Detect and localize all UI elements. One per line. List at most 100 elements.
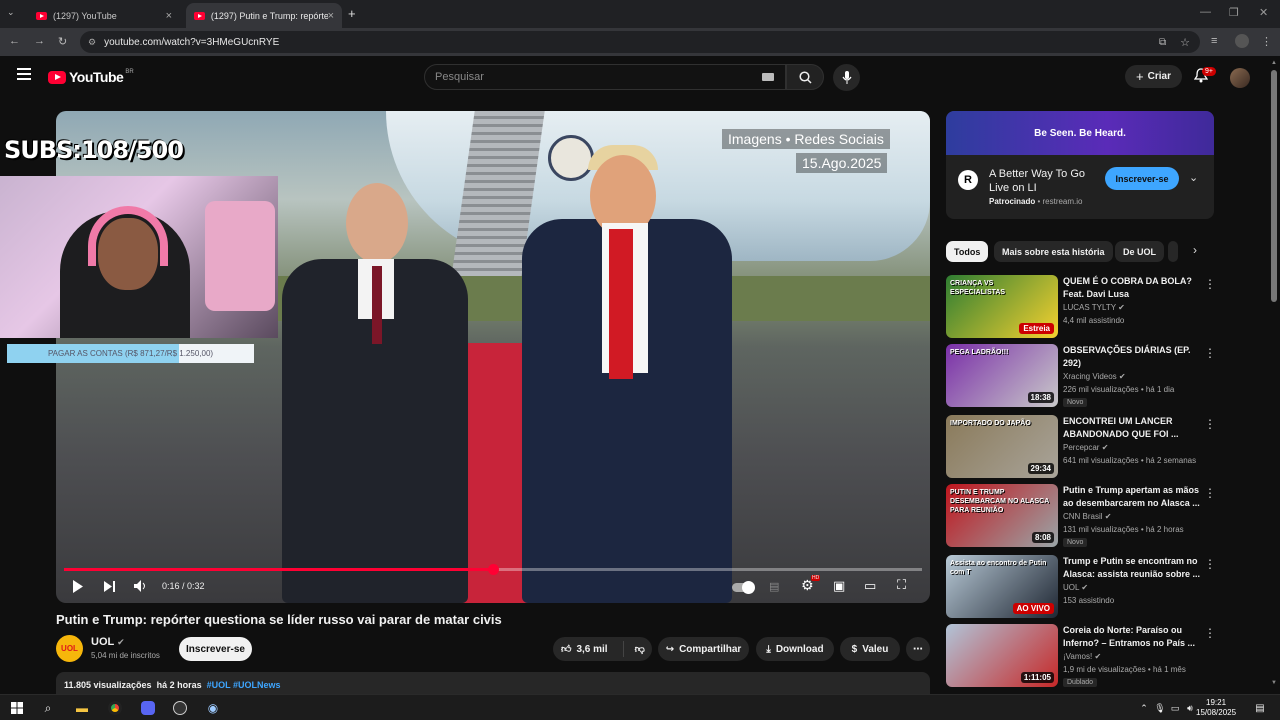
recommended-video[interactable]: 1:11:05 Coreia do Norte: Paraíso ou Infer… bbox=[946, 624, 1216, 688]
minimize-icon[interactable]: — bbox=[1200, 6, 1211, 18]
scroll-down-icon[interactable]: ▼ bbox=[1271, 680, 1277, 686]
channel-avatar[interactable]: UOL bbox=[56, 635, 83, 662]
profile-icon[interactable] bbox=[1235, 34, 1249, 48]
new-tab-button[interactable]: + bbox=[348, 6, 356, 21]
install-app-icon[interactable]: ⧉ bbox=[1159, 37, 1166, 48]
browser-tab-youtube[interactable]: (1297) YouTube × bbox=[28, 3, 180, 28]
more-vertical-icon[interactable]: ⋮ bbox=[1204, 346, 1216, 360]
file-explorer-icon[interactable]: ▬ bbox=[74, 700, 90, 716]
chip-overflow[interactable] bbox=[1168, 241, 1178, 262]
hamburger-menu-icon[interactable] bbox=[17, 68, 31, 80]
more-vertical-icon[interactable]: ⋮ bbox=[1204, 557, 1216, 571]
address-bar[interactable]: ⚙ youtube.com/watch?v=3HMeGUcnRYE ⧉ ☆ bbox=[80, 31, 1200, 53]
dislike-button[interactable]: 👎︎ bbox=[635, 643, 645, 655]
chip-from-uol[interactable]: De UOL bbox=[1115, 241, 1165, 262]
subtitles-icon[interactable]: ▤ bbox=[769, 580, 779, 593]
like-button[interactable]: 👍︎ 3,6 mil bbox=[561, 643, 608, 656]
chip-all[interactable]: Todos bbox=[946, 241, 989, 262]
keyboard-icon[interactable] bbox=[762, 73, 774, 81]
site-info-icon[interactable]: ⚙ bbox=[88, 37, 96, 48]
recommended-title[interactable]: QUEM É O COBRA DA BOLA? Feat. Davi Lusa bbox=[1063, 275, 1201, 301]
theater-mode-icon[interactable]: ▭ bbox=[864, 578, 876, 594]
bookmark-star-icon[interactable]: ☆ bbox=[1180, 36, 1190, 49]
recommended-video[interactable]: PUTIN E TRUMP DESEMBARCAM NO ALASCA PARA… bbox=[946, 484, 1216, 548]
forward-icon[interactable]: → bbox=[34, 35, 45, 47]
taskbar-search-icon[interactable]: ⌕ bbox=[40, 700, 56, 716]
recommended-channel[interactable]: LUCAS TYLTY ✔ bbox=[1063, 303, 1125, 312]
voice-search-button[interactable] bbox=[833, 64, 860, 91]
download-button[interactable]: ⤓ Download bbox=[756, 637, 834, 661]
menu-kebab-icon[interactable]: ⋮ bbox=[1261, 35, 1272, 48]
ad-title[interactable]: A Better Way To Go Live on LI bbox=[989, 167, 1099, 195]
subscribe-button[interactable]: Inscrever-se bbox=[179, 637, 252, 661]
recommended-channel[interactable]: CNN Brasil ✔ bbox=[1063, 512, 1112, 521]
recommended-title[interactable]: Coreia do Norte: Paraíso ou Inferno? – E… bbox=[1063, 624, 1201, 650]
more-vertical-icon[interactable]: ⋮ bbox=[1204, 626, 1216, 640]
video-thumbnail[interactable]: 1:11:05 bbox=[946, 624, 1058, 687]
ad-banner[interactable]: Be Seen. Be Heard. bbox=[946, 111, 1214, 155]
account-avatar[interactable] bbox=[1230, 68, 1250, 88]
ad-subscribe-button[interactable]: Inscrever-se bbox=[1105, 167, 1179, 190]
back-icon[interactable]: ← bbox=[9, 35, 20, 47]
close-window-icon[interactable]: ✕ bbox=[1259, 6, 1268, 19]
recommended-channel[interactable]: ¡Vamos! ✔ bbox=[1063, 652, 1101, 661]
chevron-down-icon[interactable]: ⌄ bbox=[1189, 171, 1198, 184]
youtube-logo[interactable]: YouTube BR bbox=[48, 69, 134, 85]
recommended-video[interactable]: Assista ao encontro de Putin com T AO VIV… bbox=[946, 555, 1216, 619]
more-vertical-icon[interactable]: ⋮ bbox=[1204, 277, 1216, 291]
recommended-title[interactable]: ENCONTREI UM LANCER ABANDONADO QUE FOI .… bbox=[1063, 415, 1201, 441]
media-controls-icon[interactable]: ≡ bbox=[1211, 35, 1217, 47]
more-vertical-icon[interactable]: ⋮ bbox=[1204, 486, 1216, 500]
network-icon[interactable]: ▭ bbox=[1167, 700, 1183, 716]
recommended-channel[interactable]: UOL ✔ bbox=[1063, 583, 1088, 592]
discord-icon[interactable] bbox=[140, 700, 156, 716]
recommended-title[interactable]: Putin e Trump apertam as mãos ao desemba… bbox=[1063, 484, 1201, 510]
channel-name[interactable]: UOL ✔ bbox=[91, 636, 125, 648]
recommended-title[interactable]: OBSERVAÇÕES DIÁRIAS (EP. 292) bbox=[1063, 344, 1201, 370]
thanks-button[interactable]: $ Valeu bbox=[840, 637, 900, 661]
windows-start-icon[interactable] bbox=[9, 700, 25, 716]
scroll-up-icon[interactable]: ▲ bbox=[1271, 60, 1277, 66]
play-icon[interactable] bbox=[72, 580, 84, 593]
reload-icon[interactable]: ↻ bbox=[58, 35, 67, 48]
more-actions-button[interactable]: ⋯ bbox=[906, 637, 930, 661]
recommended-title[interactable]: Trump e Putin se encontram no Alasca: as… bbox=[1063, 555, 1201, 581]
next-video-icon[interactable] bbox=[104, 581, 116, 592]
close-tab-icon[interactable]: × bbox=[328, 10, 334, 22]
recommended-video[interactable]: PEGA LADRÃO!!! 18:38 OBSERVAÇÕES DIÁRIAS (… bbox=[946, 344, 1216, 408]
recommended-video[interactable]: CRIANÇA VS ESPECIALISTAS Estreia QUEM É O … bbox=[946, 275, 1216, 339]
video-thumbnail[interactable]: CRIANÇA VS ESPECIALISTAS Estreia bbox=[946, 275, 1058, 338]
browser-tab-active-video[interactable]: (1297) Putin e Trump: repórter q… × bbox=[186, 3, 342, 28]
search-button[interactable] bbox=[786, 64, 824, 90]
sponsored-ad-card[interactable]: Be Seen. Be Heard. R A Better Way To Go … bbox=[946, 111, 1214, 219]
chip-more-story[interactable]: Mais sobre esta história bbox=[994, 241, 1113, 262]
chevron-right-icon[interactable]: › bbox=[1193, 243, 1197, 257]
scrubber-handle[interactable] bbox=[488, 564, 499, 575]
recommended-video[interactable]: IMPORTADO DO JAPÃO 29:34 ENCONTREI UM LANC… bbox=[946, 415, 1216, 479]
fullscreen-icon[interactable]: ⛶ bbox=[897, 577, 906, 593]
hashtags[interactable]: #UOL #UOLNews bbox=[207, 680, 281, 690]
miniplayer-icon[interactable]: ▣ bbox=[833, 578, 845, 594]
obs-icon[interactable] bbox=[172, 700, 188, 716]
volume-icon[interactable] bbox=[134, 580, 147, 592]
system-clock[interactable]: 19:21 15/08/2025 bbox=[1196, 698, 1236, 718]
video-thumbnail[interactable]: PUTIN E TRUMP DESEMBARCAM NO ALASCA PARA… bbox=[946, 484, 1058, 547]
tab-search-icon[interactable]: ⌄ bbox=[7, 7, 15, 18]
recommended-channel[interactable]: Xracing Videos ✔ bbox=[1063, 372, 1126, 381]
microphone-tray-icon[interactable]: 🎙︎ bbox=[1152, 700, 1168, 716]
tray-overflow-icon[interactable]: ⌃ bbox=[1136, 700, 1152, 716]
more-vertical-icon[interactable]: ⋮ bbox=[1204, 417, 1216, 431]
chrome-icon[interactable] bbox=[107, 700, 123, 716]
video-progress-bar[interactable] bbox=[64, 564, 922, 575]
recommended-channel[interactable]: Percepcar ✔ bbox=[1063, 443, 1108, 452]
maximize-icon[interactable]: ❐ bbox=[1229, 6, 1239, 19]
share-button[interactable]: ↪ Compartilhar bbox=[658, 637, 749, 661]
notification-center-icon[interactable]: ▤ bbox=[1252, 700, 1268, 716]
scrollbar-thumb[interactable] bbox=[1271, 70, 1277, 302]
video-thumbnail[interactable]: Assista ao encontro de Putin com T AO VIV… bbox=[946, 555, 1058, 618]
search-input[interactable]: Pesquisar bbox=[424, 64, 786, 90]
autoplay-toggle[interactable] bbox=[732, 581, 755, 594]
video-thumbnail[interactable]: PEGA LADRÃO!!! 18:38 bbox=[946, 344, 1058, 407]
page-scrollbar[interactable]: ▲ ▼ bbox=[1271, 60, 1277, 690]
video-thumbnail[interactable]: IMPORTADO DO JAPÃO 29:34 bbox=[946, 415, 1058, 478]
